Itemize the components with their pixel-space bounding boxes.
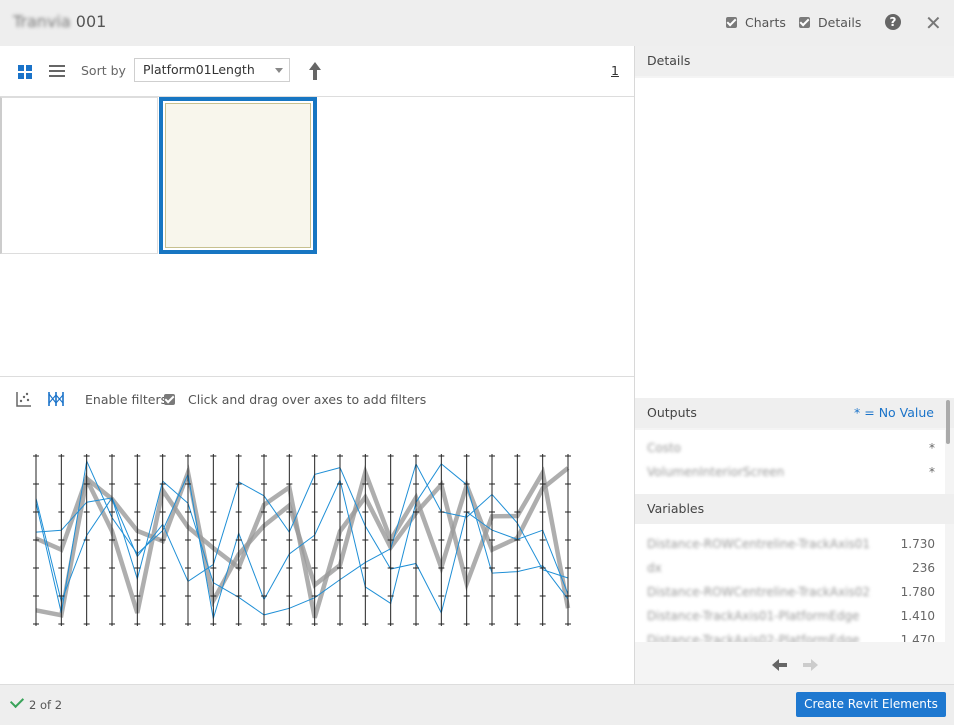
charts-toolbar: Enable filters Click and drag over axes …: [0, 376, 634, 415]
output-row: Costo *: [647, 436, 935, 460]
details-body: [635, 78, 954, 398]
variable-row: Distance-TrackAxis02-PlatformEdge 1.470: [647, 628, 935, 642]
variables-header: Variables: [635, 494, 954, 524]
result-thumbnail[interactable]: [0, 97, 158, 254]
sort-label: Sort by: [81, 63, 126, 78]
create-revit-elements-button[interactable]: Create Revit Elements: [796, 692, 946, 717]
parallel-coordinates-chart[interactable]: [28, 420, 588, 648]
variables-list: Distance-ROWCentreline-TrackAxis01 1.730…: [635, 524, 945, 642]
list-view-icon[interactable]: [49, 64, 65, 78]
output-name: Costo: [647, 441, 682, 455]
variable-name: Distance-TrackAxis01-PlatformEdge: [647, 609, 860, 623]
results-toolbar: Sort by Platform01Length 1: [0, 46, 634, 97]
variable-value: 1.730: [900, 537, 935, 551]
outputs-title: Outputs: [647, 405, 697, 420]
scatter-plot-icon[interactable]: [16, 391, 32, 407]
status-count: 2 of 2: [29, 698, 63, 712]
arrow-right-icon[interactable]: [803, 659, 818, 671]
output-row: VolumenInteriorScreen *: [647, 460, 935, 484]
output-name: VolumenInteriorScreen: [647, 465, 785, 479]
variable-row: Distance-ROWCentreline-TrackAxis01 1.730: [647, 532, 935, 556]
page-number-link[interactable]: 1: [611, 63, 619, 78]
outputs-header: Outputs * = No Value: [635, 398, 954, 428]
status-bar: 2 of 2 Create Revit Elements: [0, 684, 954, 725]
charts-toggle-label: Charts: [745, 15, 786, 30]
no-value-legend: * = No Value: [854, 405, 934, 420]
sort-select[interactable]: Platform01Length: [134, 58, 290, 82]
variable-row: Distance-TrackAxis01-PlatformEdge 1.410: [647, 604, 935, 628]
check-icon: [9, 693, 25, 709]
left-pane: Sort by Platform01Length 1 Enable filter…: [0, 46, 635, 684]
page-title: Tranvia 001: [13, 12, 106, 31]
charts-toggle[interactable]: Charts: [726, 15, 786, 30]
output-value: *: [929, 465, 935, 479]
arrow-left-icon[interactable]: [772, 659, 787, 671]
details-pane: Details Outputs * = No Value Costo * Vol…: [635, 46, 954, 684]
title-name: 001: [75, 12, 107, 31]
sort-select-value: Platform01Length: [143, 62, 255, 77]
variable-name: dx: [647, 561, 662, 575]
variable-value: 1.410: [900, 609, 935, 623]
details-toggle[interactable]: Details: [799, 15, 861, 30]
variable-name: Distance-TrackAxis02-PlatformEdge: [647, 633, 860, 642]
variable-name: Distance-ROWCentreline-TrackAxis02: [647, 585, 871, 599]
parallel-coordinates-icon[interactable]: [47, 391, 65, 407]
checkbox-checked-icon[interactable]: [799, 17, 810, 28]
arrow-up-icon[interactable]: [307, 61, 323, 81]
variable-name: Distance-ROWCentreline-TrackAxis01: [647, 537, 871, 551]
filters-hint: Click and drag over axes to add filters: [188, 392, 427, 407]
grid-view-icon[interactable]: [18, 65, 32, 79]
title-prefix: Tranvia: [13, 12, 71, 31]
close-icon[interactable]: ✕: [925, 11, 942, 35]
outputs-list: Costo * VolumenInteriorScreen *: [635, 430, 945, 494]
help-icon[interactable]: ?: [885, 14, 901, 30]
output-value: *: [929, 441, 935, 455]
series-line: [35, 464, 570, 608]
variable-value: 1.780: [900, 585, 935, 599]
details-nav: [772, 659, 818, 671]
enable-filters-label: Enable filters: [85, 392, 168, 407]
chevron-down-icon: [275, 68, 283, 73]
variable-value: 1.470: [900, 633, 935, 642]
checkbox-checked-icon[interactable]: [726, 17, 737, 28]
outputs-scrollbar[interactable]: [946, 400, 950, 444]
title-bar: Tranvia 001 Charts Details ? ✕: [0, 0, 954, 46]
thumbnail-image: [165, 103, 311, 248]
details-header: Details: [635, 46, 954, 76]
details-toggle-label: Details: [818, 15, 862, 30]
variable-row: dx 236: [647, 556, 935, 580]
thumbnail-grid: [0, 97, 634, 377]
variable-row: Distance-ROWCentreline-TrackAxis02 1.780: [647, 580, 935, 604]
result-thumbnail-selected[interactable]: [159, 97, 317, 254]
enable-filters-checkbox[interactable]: [164, 394, 175, 405]
variable-value: 236: [912, 561, 935, 575]
